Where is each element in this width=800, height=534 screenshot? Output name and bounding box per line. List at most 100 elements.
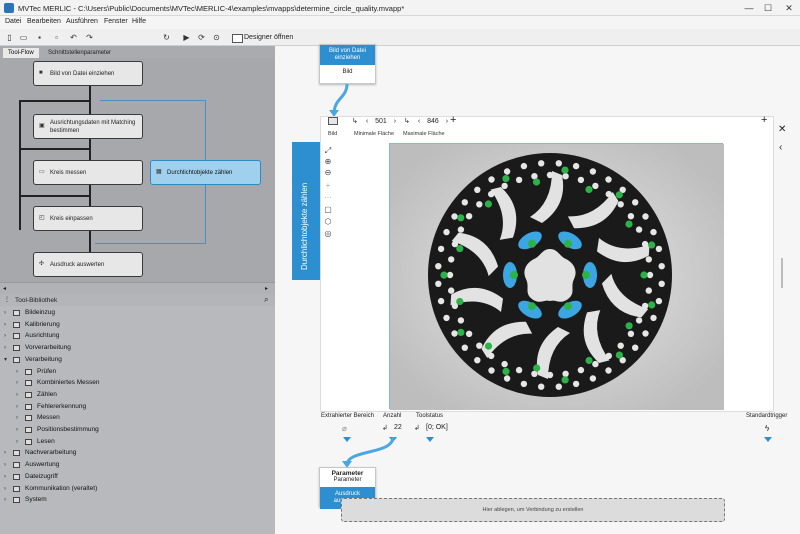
fit-view-icon[interactable]: ⤢: [322, 146, 334, 156]
library-item[interactable]: › Vorverarbeitung: [0, 342, 275, 354]
scroll-right-icon[interactable]: ▸: [265, 285, 268, 292]
increment-icon[interactable]: ›: [446, 118, 448, 125]
run-once-icon[interactable]: ↻: [162, 33, 171, 42]
add-output-icon[interactable]: +: [761, 114, 767, 126]
expand-right-icon[interactable]: ›: [16, 436, 24, 448]
min-area-stepper[interactable]: ↳ ‹ 501 ›: [352, 116, 396, 128]
library-item[interactable]: › Kalibrierung: [0, 319, 275, 331]
drop-zone[interactable]: Hier ablegen, um Verbindung zu erstellen: [341, 498, 725, 522]
menu-bearbeiten[interactable]: Bearbeiten: [27, 18, 61, 25]
menu-fenster[interactable]: Fenster: [104, 18, 128, 25]
region-output-icon[interactable]: ⌀: [342, 424, 347, 433]
expand-right-icon[interactable]: ›: [4, 342, 12, 354]
undo-icon[interactable]: ↶: [69, 33, 78, 42]
expand-down-icon[interactable]: ▾: [4, 354, 12, 366]
expand-right-icon[interactable]: ›: [4, 471, 12, 483]
library-item[interactable]: › System: [0, 494, 275, 506]
max-area-stepper[interactable]: ↳ ‹ 846 ›: [404, 116, 448, 128]
image-input-icon[interactable]: [328, 117, 338, 125]
decrement-icon[interactable]: ‹: [366, 118, 368, 125]
source-tool-output[interactable]: Bild: [320, 65, 375, 79]
flow-node-alignment[interactable]: ▣ Ausrichtungsdaten mit Matching bestimme…: [33, 114, 143, 139]
minimize-button[interactable]: —: [742, 2, 756, 14]
menu-hilfe[interactable]: Hilfe: [132, 18, 146, 25]
run-icon[interactable]: ▶: [182, 33, 191, 42]
menu-ausfuehren[interactable]: Ausführen: [66, 18, 98, 25]
library-item[interactable]: › Bildeinzug: [0, 307, 275, 319]
library-item[interactable]: › Kombiniertes Messen: [0, 377, 275, 389]
library-item[interactable]: › Auswertung: [0, 459, 275, 471]
source-tool-node[interactable]: Bild von Datei einziehen Bild: [319, 44, 376, 84]
close-button[interactable]: ✕: [782, 2, 796, 14]
max-area-value[interactable]: 846: [427, 118, 439, 125]
expand-right-icon[interactable]: ›: [4, 494, 12, 506]
library-item[interactable]: › Messen: [0, 412, 275, 424]
scroll-left-icon[interactable]: ◂: [3, 285, 6, 292]
expand-right-icon[interactable]: ›: [16, 401, 24, 413]
circle-roi-icon[interactable]: ◎: [322, 229, 334, 239]
library-item[interactable]: › Positionsbestimmung: [0, 424, 275, 436]
library-item[interactable]: › Lesen: [0, 436, 275, 448]
expand-right-icon[interactable]: ›: [4, 459, 12, 471]
decrement-icon[interactable]: ‹: [418, 118, 420, 125]
library-item[interactable]: › Prüfen: [0, 366, 275, 378]
run-continuous-icon[interactable]: ⟳: [197, 33, 206, 42]
library-item[interactable]: › Fehlererkennung: [0, 401, 275, 413]
increment-icon[interactable]: ›: [394, 118, 396, 125]
status-value[interactable]: [0; OK]: [426, 424, 448, 431]
open-designer-button[interactable]: Designer öffnen: [232, 32, 293, 43]
crosshair-icon[interactable]: +: [322, 181, 334, 191]
scrollbar-thumb[interactable]: [781, 258, 783, 288]
expand-right-icon[interactable]: ›: [16, 389, 24, 401]
close-tool-icon[interactable]: ✕: [778, 124, 786, 135]
library-item[interactable]: ▾ Verarbeitung: [0, 354, 275, 366]
collapse-icon[interactable]: ‹: [779, 142, 782, 153]
expand-right-icon[interactable]: ›: [4, 447, 12, 459]
expand-right-icon[interactable]: ›: [16, 377, 24, 389]
save-as-icon[interactable]: ▫: [52, 33, 61, 42]
library-item[interactable]: › Dateizugriff: [0, 471, 275, 483]
output-connector-icon[interactable]: [764, 437, 772, 442]
line-icon[interactable]: ⋯: [322, 193, 334, 203]
image-display[interactable]: [389, 143, 724, 410]
panel-splitter[interactable]: ◂ ▸: [0, 282, 275, 294]
add-parameter-icon[interactable]: +: [450, 114, 456, 126]
expand-right-icon[interactable]: ›: [16, 424, 24, 436]
library-item[interactable]: › Ausrichtung: [0, 330, 275, 342]
save-icon[interactable]: ▪: [35, 33, 44, 42]
menu-datei[interactable]: Datei: [5, 18, 21, 25]
expand-right-icon[interactable]: ›: [16, 412, 24, 424]
library-item[interactable]: › Zählen: [0, 389, 275, 401]
expand-right-icon[interactable]: ›: [4, 330, 12, 342]
flow-node-measure-circle[interactable]: ▭ Kreis messen: [33, 160, 143, 185]
polygon-roi-icon[interactable]: ⬡: [322, 217, 334, 227]
zoom-in-icon[interactable]: ⊕: [322, 157, 334, 167]
flow-node-evaluate[interactable]: ✣ Ausdruck auswerten: [33, 252, 143, 277]
category-icon: [25, 391, 32, 398]
tool-title-tab[interactable]: Durchlichtobjekte zählen: [292, 142, 320, 280]
expand-right-icon[interactable]: ›: [4, 483, 12, 495]
count-link-icon: ↲: [382, 425, 388, 432]
maximize-button[interactable]: ☐: [761, 2, 775, 14]
search-icon[interactable]: ⌕: [264, 295, 268, 305]
redo-icon[interactable]: ↷: [85, 33, 94, 42]
flow-node-count-objects[interactable]: ▦ Durchlichtobjekte zählen: [150, 160, 261, 185]
library-item[interactable]: › Nachverarbeitung: [0, 447, 275, 459]
count-value[interactable]: 22: [394, 424, 402, 431]
min-area-value[interactable]: 501: [375, 118, 387, 125]
output-connector-icon[interactable]: [426, 437, 434, 442]
library-item-label: Positionsbestimmung: [37, 426, 99, 433]
open-folder-icon[interactable]: ▭: [19, 33, 28, 42]
zoom-out-icon[interactable]: ⊖: [322, 168, 334, 178]
flow-node-fit-circle[interactable]: ◰ Kreis einpassen: [33, 206, 143, 231]
expand-right-icon[interactable]: ›: [16, 366, 24, 378]
rectangle-roi-icon[interactable]: ▢: [322, 205, 334, 215]
stop-icon[interactable]: ⊙: [212, 33, 221, 42]
expand-right-icon[interactable]: ›: [4, 319, 12, 331]
library-item-label: Auswertung: [25, 461, 60, 469]
library-item[interactable]: › Kommunikation (veraltet): [0, 483, 275, 495]
trigger-icon[interactable]: ϟ: [765, 424, 769, 433]
new-file-icon[interactable]: ▯: [5, 33, 14, 42]
flow-node-image-acquisition[interactable]: ■ Bild von Datei einziehen: [33, 61, 143, 86]
expand-right-icon[interactable]: ›: [4, 307, 12, 319]
